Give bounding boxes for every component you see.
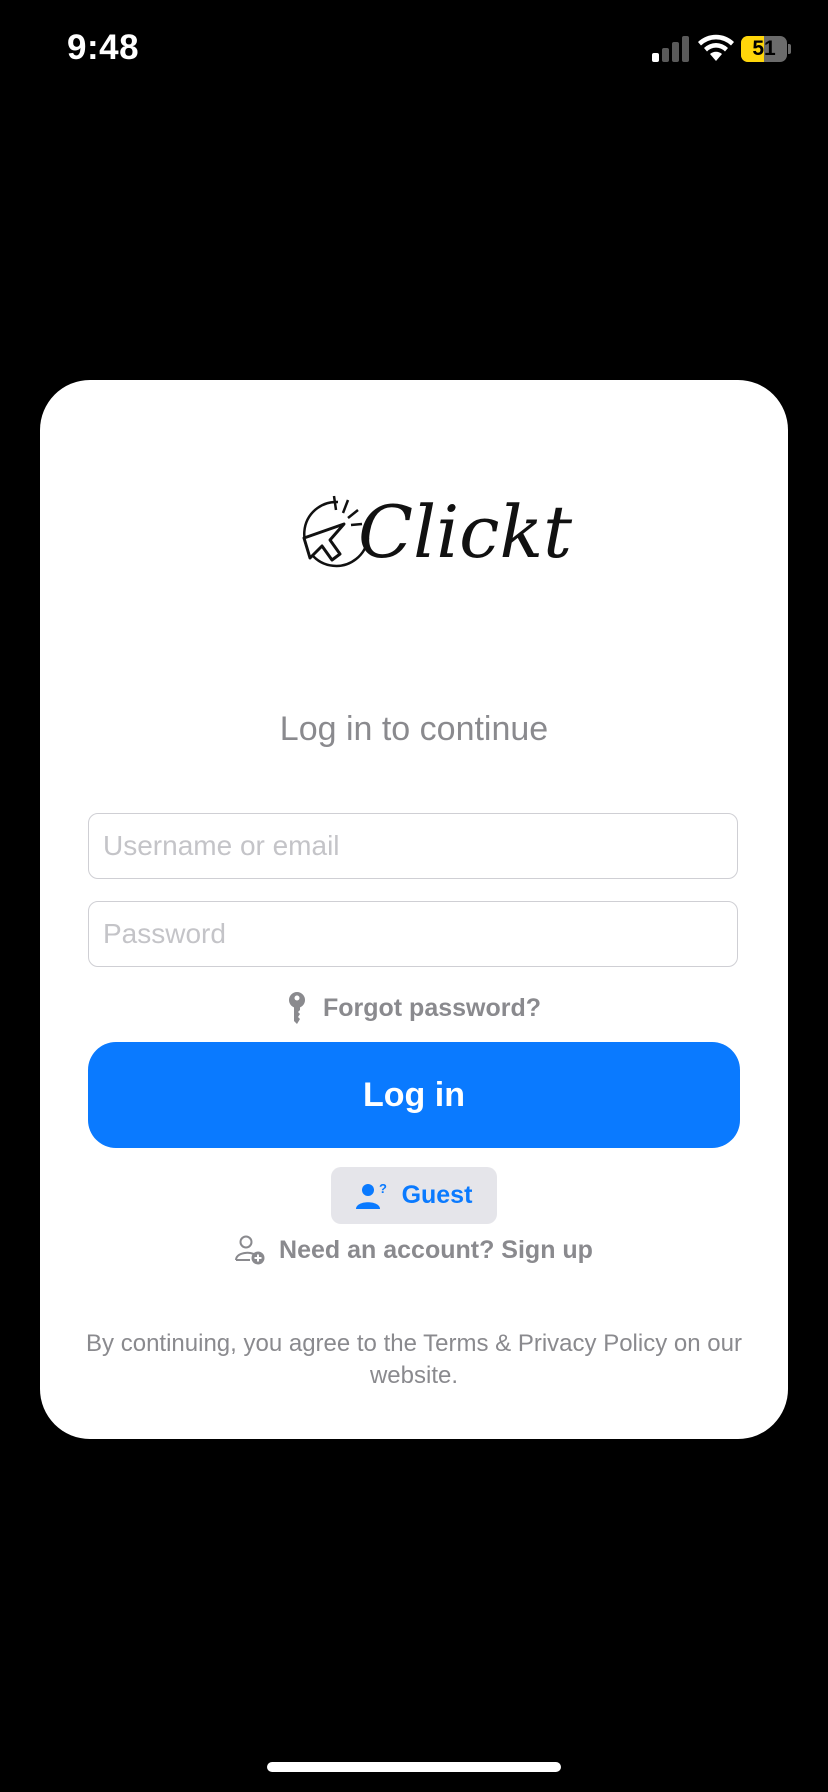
person-question-icon: ? [355,1182,387,1209]
username-input[interactable] [88,813,738,879]
cellular-signal-icon [652,36,689,62]
status-bar: 9:48 51 [0,0,828,100]
home-indicator[interactable] [267,1762,561,1772]
login-card: Clickt Log in to continue Forgot passwor… [40,380,788,1439]
battery-percent: 51 [752,37,776,60]
terms-notice: By continuing, you agree to the Terms & … [86,1330,742,1389]
password-input[interactable] [88,901,738,967]
status-time: 9:48 [67,28,140,67]
battery-body: 51 [741,36,787,62]
key-icon [288,992,305,1024]
logo-text: Clickt [358,490,573,574]
logo: Clickt [238,428,596,656]
login-subtitle: Log in to continue [279,710,549,748]
guest-button-label: Guest [401,1181,473,1209]
guest-button[interactable]: ? Guest [331,1167,497,1224]
svg-text:?: ? [379,1182,387,1196]
signup-label: Need an account? Sign up [279,1235,593,1264]
battery-cap [788,44,791,54]
battery-indicator: 51 [741,36,791,62]
forgot-password-label: Forgot password? [322,993,542,1022]
wifi-icon [698,34,734,61]
forgot-password-link[interactable]: Forgot password? [40,988,788,1028]
person-add-icon [235,1235,265,1265]
login-button[interactable]: Log in [88,1042,740,1148]
signup-link[interactable]: Need an account? Sign up [40,1230,788,1270]
